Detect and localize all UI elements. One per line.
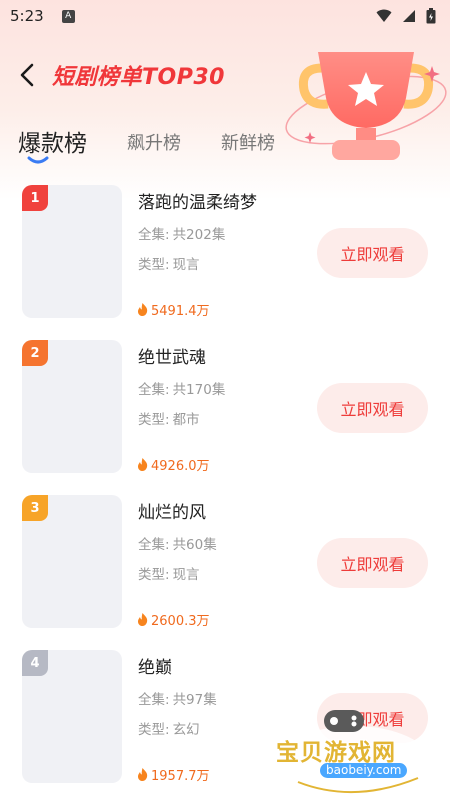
genre: 类型: 玄幻 xyxy=(138,722,200,738)
list-item[interactable]: 2 绝世武魂 全集: 共170集 类型: 都市 4926.0万 立即观看 xyxy=(0,335,450,490)
drama-title: 绝世武魂 xyxy=(138,348,206,368)
battery-icon xyxy=(426,8,436,24)
status-icons xyxy=(376,8,436,24)
list-item[interactable]: 1 落跑的温柔绮梦 全集: 共202集 类型: 现言 5491.4万 立即观看 xyxy=(0,180,450,335)
signal-icon xyxy=(403,10,415,22)
heat-count: 5491.4万 xyxy=(137,300,210,319)
cover-thumbnail[interactable]: 2 xyxy=(22,340,122,473)
episode-count: 全集: 共170集 xyxy=(138,382,226,398)
genre: 类型: 现言 xyxy=(138,257,200,273)
rank-badge: 3 xyxy=(22,495,48,521)
tab-new[interactable]: 新鲜榜 xyxy=(221,124,275,168)
heat-count: 1957.7万 xyxy=(137,765,210,784)
watch-now-button[interactable]: 立即观看 xyxy=(317,538,428,588)
heat-count: 4926.0万 xyxy=(137,455,210,474)
flame-icon xyxy=(138,768,148,781)
cover-thumbnail[interactable]: 4 xyxy=(22,650,122,783)
watermark-url: baobeiy.com xyxy=(320,763,408,778)
list-item[interactable]: 3 灿烂的风 全集: 共60集 类型: 现言 2600.3万 立即观看 xyxy=(0,490,450,645)
status-time: 5:23 xyxy=(10,7,44,25)
drama-title: 落跑的温柔绮梦 xyxy=(138,193,257,213)
back-button[interactable] xyxy=(12,58,42,92)
flame-icon xyxy=(138,458,148,471)
rank-badge: 1 xyxy=(22,185,48,211)
watermark-text: 宝贝游戏网 xyxy=(276,740,396,766)
flame-icon xyxy=(138,613,148,626)
cover-thumbnail[interactable]: 3 xyxy=(22,495,122,628)
chevron-left-icon xyxy=(20,63,34,87)
watermark: 宝贝游戏网 baobeiy.com xyxy=(268,700,450,800)
episode-count: 全集: 共60集 xyxy=(138,537,217,553)
watch-now-button[interactable]: 立即观看 xyxy=(317,383,428,433)
tab-bar: 爆款榜 飙升榜 新鲜榜 xyxy=(18,124,315,168)
rank-badge: 4 xyxy=(22,650,48,676)
episode-count: 全集: 共202集 xyxy=(138,227,226,243)
tab-rising[interactable]: 飙升榜 xyxy=(127,124,181,168)
genre: 类型: 现言 xyxy=(138,567,200,583)
watch-now-button[interactable]: 立即观看 xyxy=(317,228,428,278)
heat-count: 2600.3万 xyxy=(137,610,210,629)
drama-title: 灿烂的风 xyxy=(138,503,206,523)
tab-active-indicator xyxy=(27,156,49,164)
status-bar: 5:23 A xyxy=(0,0,450,32)
episode-count: 全集: 共97集 xyxy=(138,692,217,708)
genre: 类型: 都市 xyxy=(138,412,200,428)
drama-title: 绝巅 xyxy=(138,658,172,678)
flame-icon xyxy=(138,303,148,316)
wifi-icon xyxy=(376,9,392,22)
page-title: 短剧榜单TOP30 xyxy=(52,65,225,90)
cover-thumbnail[interactable]: 1 xyxy=(22,185,122,318)
app-notification-icon: A xyxy=(61,9,75,23)
rank-badge: 2 xyxy=(22,340,48,366)
